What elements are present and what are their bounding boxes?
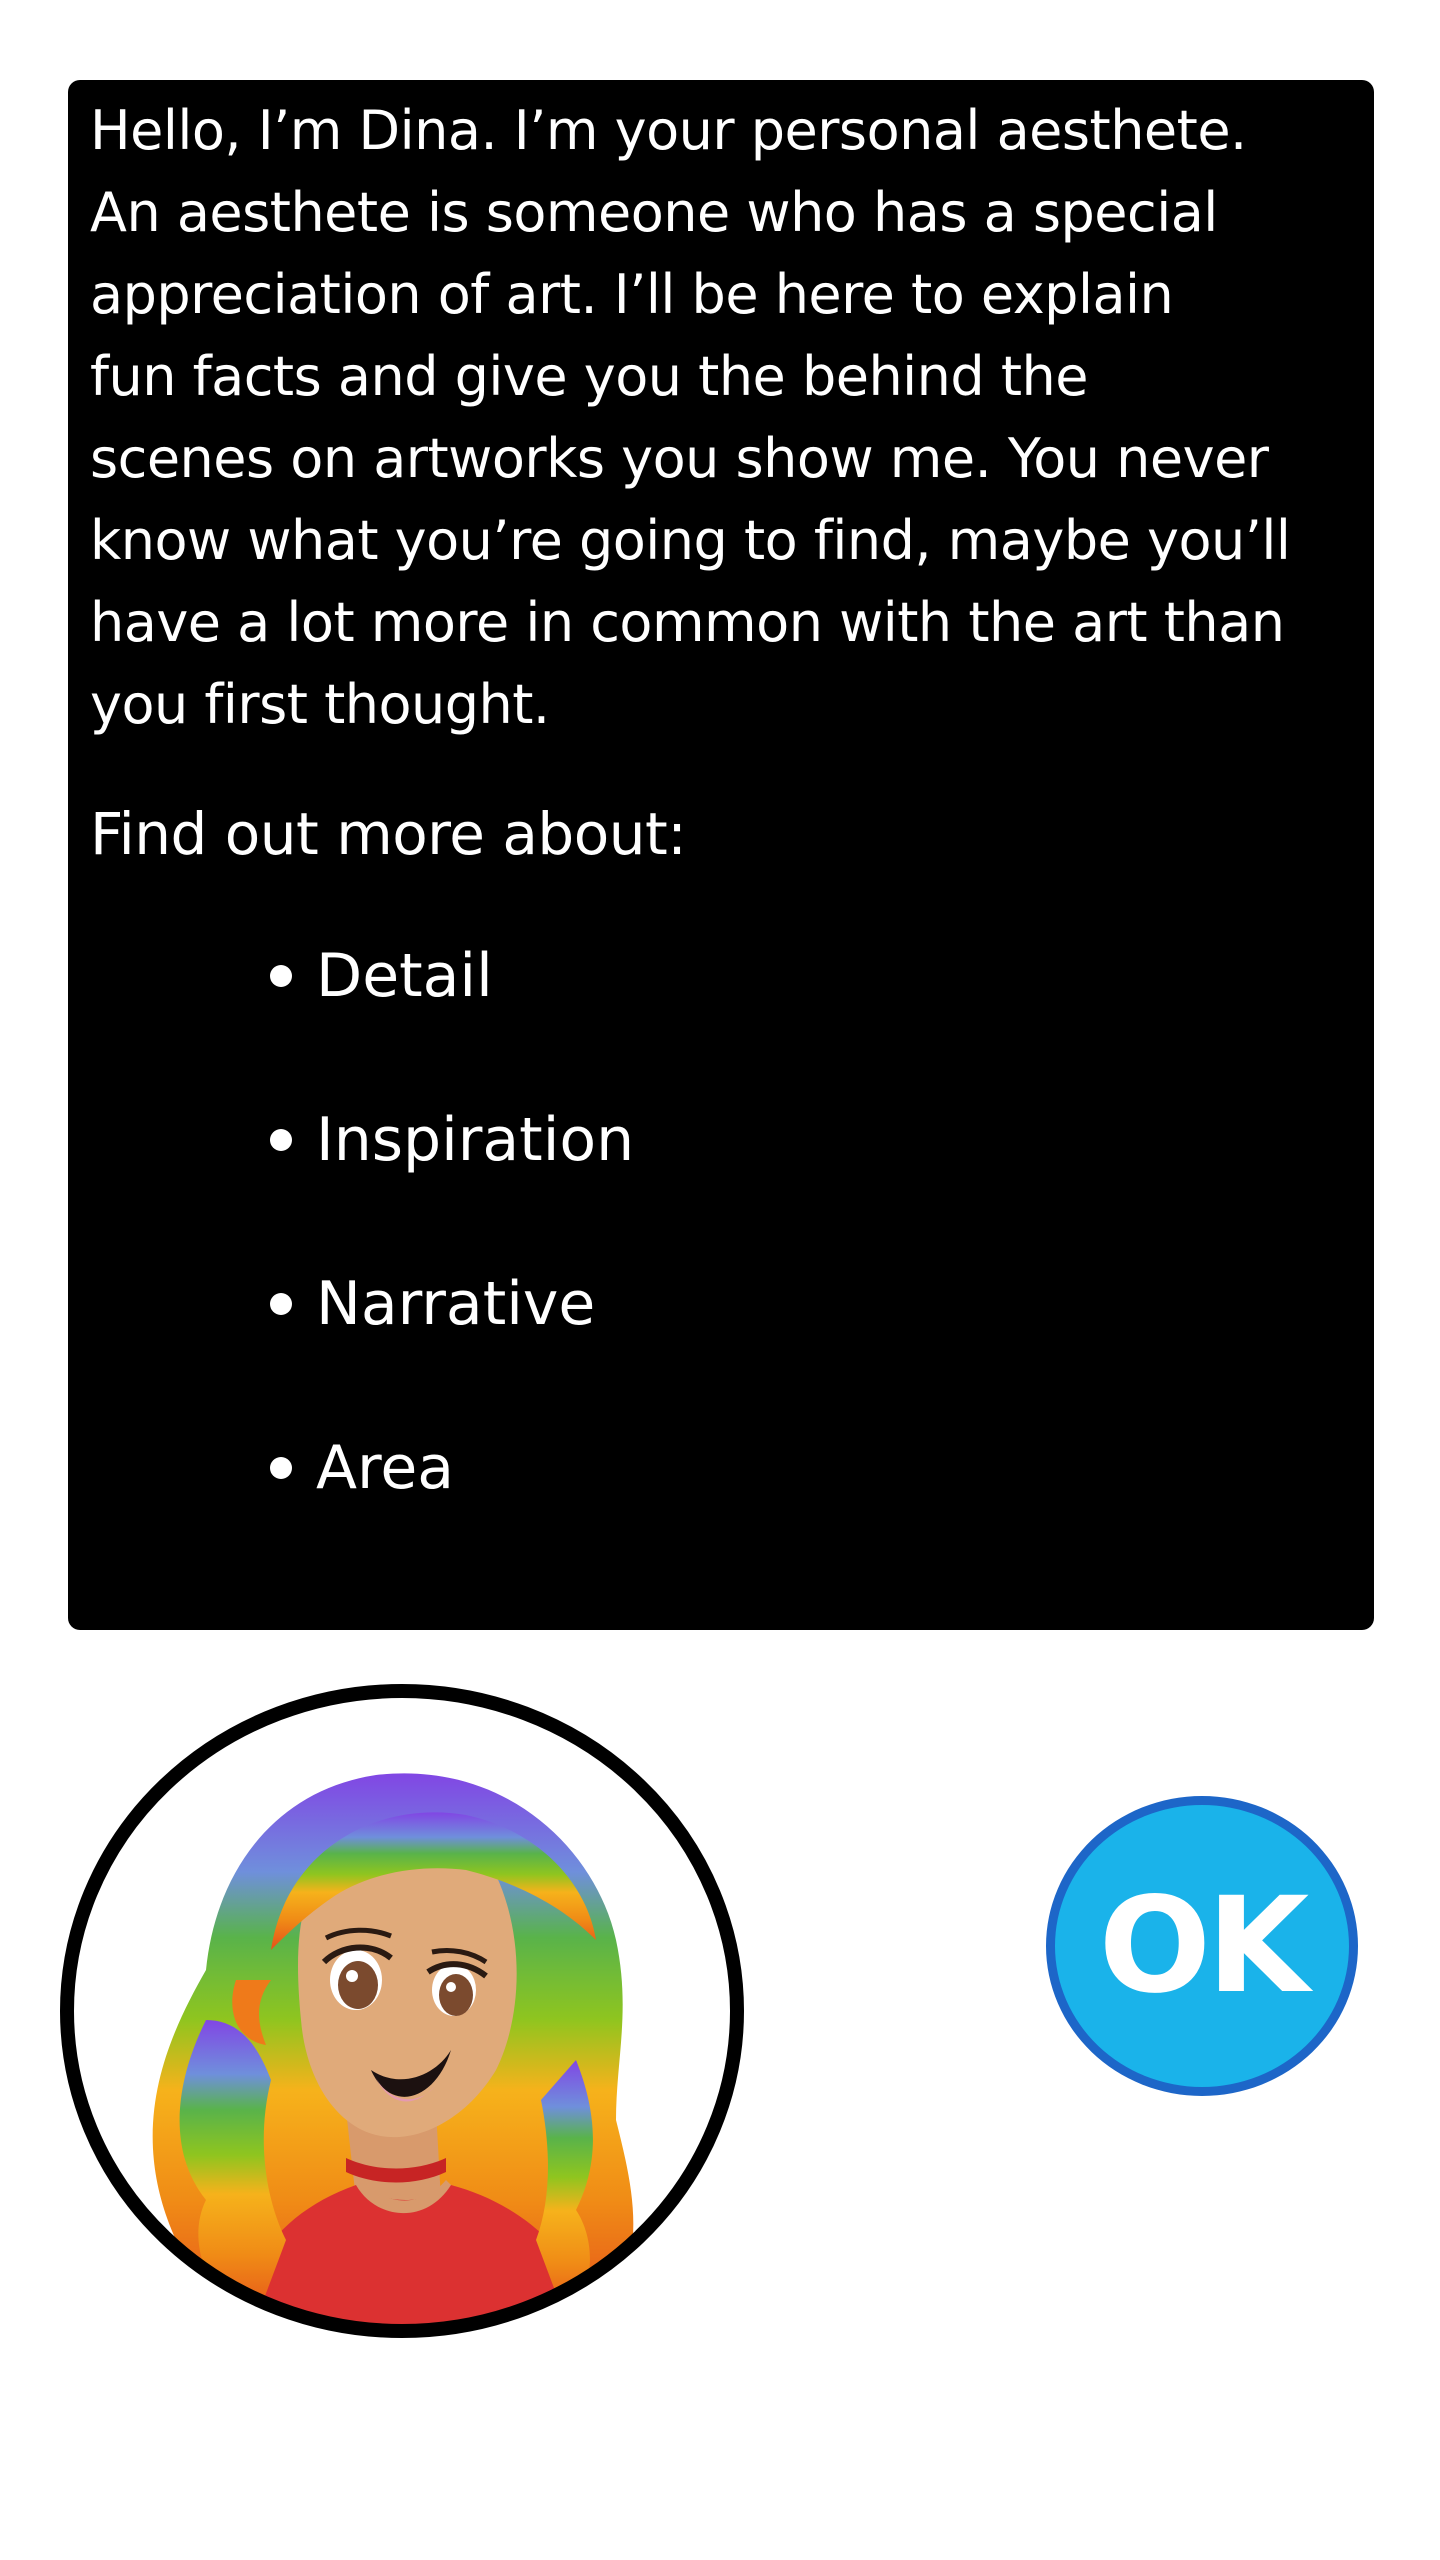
topic-item-inspiration[interactable]: Inspiration — [270, 1100, 1360, 1180]
topic-label: Area — [316, 1433, 455, 1503]
topic-item-detail[interactable]: Detail — [270, 936, 1360, 1016]
bullet-icon — [270, 965, 292, 987]
dina-avatar-icon — [56, 1680, 748, 2342]
intro-text: Hello, I’m Dina. I’m your personal aesth… — [90, 99, 1291, 736]
info-panel: Hello, I’m Dina. I’m your personal aesth… — [68, 80, 1374, 1630]
bullet-icon — [270, 1293, 292, 1315]
find-out-label: Find out more about: — [90, 800, 687, 868]
topic-item-area[interactable]: Area — [270, 1428, 1360, 1508]
topic-list: Detail Inspiration Narrative Area — [90, 936, 1360, 1508]
topic-label: Inspiration — [316, 1105, 635, 1175]
ok-button[interactable]: OK — [1046, 1796, 1358, 2096]
topic-label: Detail — [316, 941, 493, 1011]
bullet-icon — [270, 1129, 292, 1151]
bullet-icon — [270, 1457, 292, 1479]
topic-item-narrative[interactable]: Narrative — [270, 1264, 1360, 1344]
topic-label: Narrative — [316, 1269, 596, 1339]
